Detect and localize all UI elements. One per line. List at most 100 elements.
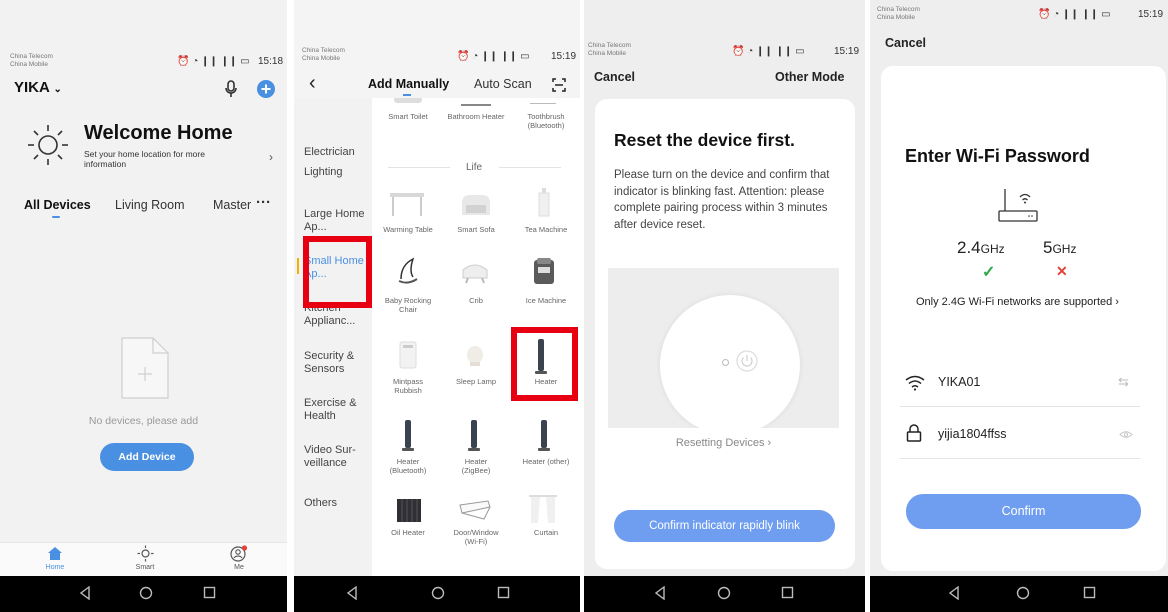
- item-label[interactable]: Heater (other): [511, 457, 580, 466]
- tab-add-manually[interactable]: Add Manually: [368, 77, 449, 91]
- nav-home-label[interactable]: Home: [37, 564, 73, 571]
- warming-table-icon[interactable]: [389, 191, 425, 217]
- confirm-blink-button[interactable]: Confirm indicator rapidly blink: [614, 510, 835, 542]
- carrier-info: China Telecom China Mobile: [588, 42, 631, 57]
- tab-master[interactable]: Master: [213, 198, 251, 212]
- item-label[interactable]: Curtain: [511, 528, 580, 537]
- tab-auto-scan[interactable]: Auto Scan: [474, 77, 532, 91]
- home-circle-icon[interactable]: [431, 586, 445, 600]
- item-label[interactable]: Smart Sofa: [441, 225, 511, 234]
- door-window-sensor-icon[interactable]: [458, 499, 492, 521]
- other-mode-button[interactable]: Other Mode: [775, 70, 844, 84]
- eye-icon[interactable]: [1119, 430, 1133, 439]
- ice-machine-icon[interactable]: [533, 257, 555, 285]
- section-divider-left: [388, 167, 450, 168]
- heater-zigbee-icon[interactable]: [467, 419, 481, 453]
- item-label[interactable]: Baby Rocking Chair: [379, 296, 437, 314]
- heater-other-icon[interactable]: [537, 419, 551, 453]
- highlight-heater: [511, 327, 578, 401]
- document-add-icon: [121, 337, 169, 399]
- welcome-subtitle[interactable]: Set your home location for more informat…: [84, 149, 234, 169]
- item-label[interactable]: Bathroom Heater: [441, 112, 511, 121]
- back-triangle-icon[interactable]: [79, 586, 91, 600]
- tab-all-devices[interactable]: All Devices: [24, 198, 91, 212]
- microphone-icon[interactable]: [224, 80, 238, 98]
- mintpass-rubbish-icon[interactable]: [398, 340, 418, 370]
- item-label[interactable]: Smart Toilet: [373, 112, 443, 121]
- item-label[interactable]: Warming Table: [373, 225, 443, 234]
- check-icon: ✓: [982, 264, 996, 281]
- resetting-devices-link[interactable]: Resetting Devices ›: [608, 437, 839, 449]
- status-time: 15:19: [834, 46, 860, 57]
- toothbrush-icon[interactable]: [530, 98, 556, 104]
- heater-bluetooth-icon[interactable]: [401, 419, 415, 453]
- category-lighting[interactable]: Lighting: [304, 166, 343, 179]
- oil-heater-icon[interactable]: [396, 497, 422, 523]
- scan-icon[interactable]: [552, 78, 566, 92]
- section-divider-right: [499, 167, 561, 168]
- curtain-icon[interactable]: [528, 494, 558, 524]
- item-label[interactable]: Oil Heater: [373, 528, 443, 537]
- category-security[interactable]: Security & Sensors: [304, 350, 368, 376]
- back-triangle-icon[interactable]: [654, 586, 666, 600]
- home-circle-icon[interactable]: [717, 586, 731, 600]
- status-icons: ⏰ ◔ ❙❙ ❙❙ ▭: [732, 46, 805, 57]
- profile-icon[interactable]: [230, 545, 248, 562]
- back-arrow-icon[interactable]: ‹: [309, 72, 316, 95]
- crib-icon[interactable]: [460, 258, 490, 284]
- tea-machine-icon[interactable]: [537, 187, 551, 217]
- item-label[interactable]: Crib: [441, 296, 511, 305]
- baby-rocking-chair-icon[interactable]: [395, 257, 421, 285]
- item-label[interactable]: Tea Machine: [511, 225, 580, 234]
- category-exercise[interactable]: Exercise & Health: [304, 397, 368, 423]
- add-circle-icon[interactable]: [257, 80, 275, 98]
- cancel-button[interactable]: Cancel: [594, 70, 635, 84]
- more-tabs-icon[interactable]: ···: [256, 194, 271, 211]
- bathroom-heater-icon[interactable]: [461, 98, 491, 106]
- home-icon[interactable]: [47, 546, 63, 561]
- cancel-button[interactable]: Cancel: [885, 36, 926, 50]
- recents-square-icon[interactable]: [1083, 586, 1096, 599]
- status-time: 15:18: [258, 56, 284, 67]
- sleep-lamp-icon[interactable]: [465, 345, 485, 367]
- category-large-home[interactable]: Large Home Ap...: [304, 208, 368, 234]
- carrier-info: China Telecom China Mobile: [877, 6, 920, 21]
- category-video[interactable]: Video Sur- veillance: [304, 444, 368, 470]
- smart-sun-icon[interactable]: [137, 545, 154, 562]
- item-label[interactable]: Sleep Lamp: [441, 377, 511, 386]
- recents-square-icon[interactable]: [781, 586, 794, 599]
- back-triangle-icon[interactable]: [948, 586, 960, 600]
- add-device-button[interactable]: Add Device: [100, 443, 194, 471]
- home-selector[interactable]: YIKA ⌄: [14, 79, 62, 96]
- smart-sofa-icon[interactable]: [460, 193, 492, 217]
- recents-square-icon[interactable]: [497, 586, 510, 599]
- smart-toilet-icon[interactable]: [394, 98, 422, 103]
- chevron-right-icon[interactable]: ›: [269, 150, 273, 164]
- category-electrician[interactable]: Electrician: [304, 146, 355, 159]
- recents-square-icon[interactable]: [203, 586, 216, 599]
- wifi-ssid-field[interactable]: YIKA01: [938, 375, 980, 389]
- empty-state-text: No devices, please add: [88, 415, 199, 427]
- tab-living-room[interactable]: Living Room: [115, 198, 184, 212]
- item-label[interactable]: Door/Window (Wi-Fi): [452, 528, 500, 546]
- home-circle-icon[interactable]: [139, 586, 153, 600]
- nav-me-label[interactable]: Me: [221, 564, 257, 571]
- item-label[interactable]: Heater (ZigBee): [454, 457, 498, 475]
- nav-smart-label[interactable]: Smart: [127, 564, 163, 571]
- status-time: 15:19: [1138, 9, 1164, 20]
- power-icon: [736, 350, 758, 372]
- tab-indicator: [403, 94, 411, 96]
- switch-network-icon[interactable]: ⇆: [1118, 374, 1129, 390]
- category-others[interactable]: Others: [304, 497, 337, 510]
- reset-instructions: Please turn on the device and confirm th…: [614, 169, 830, 231]
- item-label[interactable]: Ice Machine: [511, 296, 580, 305]
- back-triangle-icon[interactable]: [346, 586, 358, 600]
- band-support-note[interactable]: Only 2.4G Wi-Fi networks are supported ›: [916, 296, 1119, 308]
- home-circle-icon[interactable]: [1016, 586, 1030, 600]
- item-label[interactable]: Heater (Bluetooth): [386, 457, 430, 475]
- highlight-small-home: [303, 236, 372, 308]
- wifi-password-field[interactable]: yijia1804ffss: [938, 427, 1007, 441]
- confirm-button[interactable]: Confirm: [906, 494, 1141, 529]
- item-label[interactable]: Toothbrush (Bluetooth): [511, 112, 580, 130]
- item-label[interactable]: Mintpass Rubbish: [380, 377, 436, 395]
